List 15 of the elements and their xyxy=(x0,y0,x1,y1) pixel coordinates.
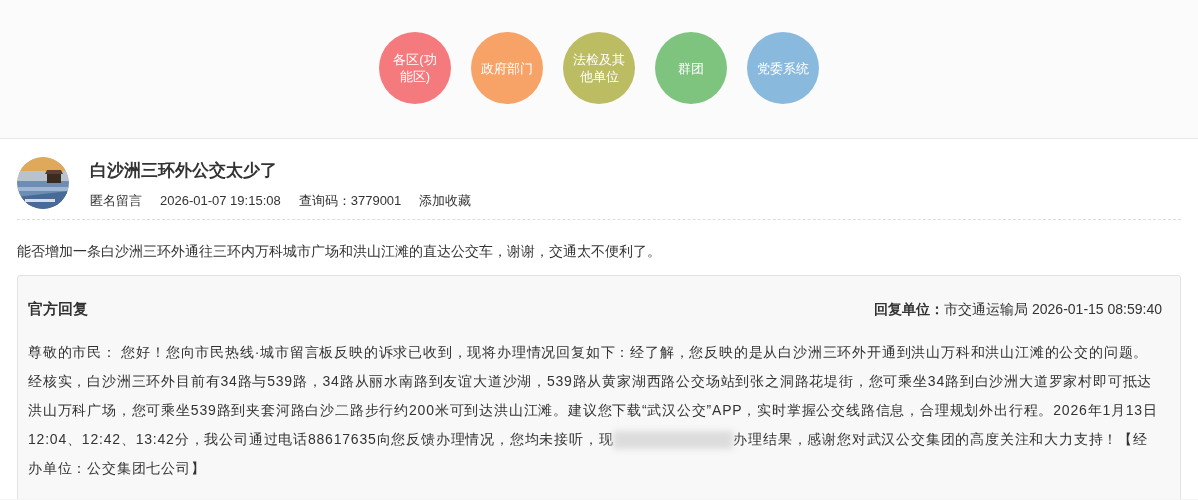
category-button[interactable]: 各区(功能区) xyxy=(379,32,451,104)
reply-heading: 官方回复 xyxy=(28,299,88,320)
query-code: 查询码：3779001 xyxy=(298,192,402,210)
message-content: 能否增加一条白沙洲三环外通往三环内万科城市广场和洪山江滩的直达公交车，谢谢，交通太不便利了。 xyxy=(17,241,662,261)
add-favorite-link[interactable]: 添加收藏 xyxy=(419,191,472,211)
reply-unit-label: 回复单位： xyxy=(874,300,945,319)
reply-text: 尊敬的市民： 您好！您向市民热线·城市留言板反映的诉求已收到，现将办理情况回复如下：经了解，您反映的是从白沙洲三环外开通到洪山万科和洪山江滩的公交的问题。经核实，白沙洲三环外目前有34路与539路，34路从丽水南路到友谊大道沙湖，539路从黄家湖西路公交场站到张之洞路花堤街，您可乘坐34路到白沙洲大道罗家村即可抵达洪山万科广场，您可乘坐539路到夹套河路白沙二路步行约200米可到达洪山江滩。建议您下载“武汉公交”APP，实时掌握公交线路信息，合理规划外出行程。2026年1月13日12:04、12:42、13:42分，我公司通过电话88617635向您反馈办理情况，您均未接听，现 办理结果，感谢您对武汉公交集团的高度关注和大力支持！【经办单位：公交集团七公司】 xyxy=(28,342,1159,478)
category-button[interactable]: 政府部门 xyxy=(471,32,543,104)
message-title: 白沙洲三环外公交太少了 xyxy=(90,160,278,182)
category-button[interactable]: 党委系统 xyxy=(747,32,819,104)
post-time: 2026-01-07 19:15:08 xyxy=(160,192,281,210)
reply-unit: 市交通运输局 2026-01-15 08:59:40 xyxy=(944,300,1162,319)
category-button[interactable]: 群团 xyxy=(655,32,727,104)
author-label: 匿名留言 xyxy=(90,192,142,210)
category-button[interactable]: 法检及其他单位 xyxy=(563,32,635,104)
